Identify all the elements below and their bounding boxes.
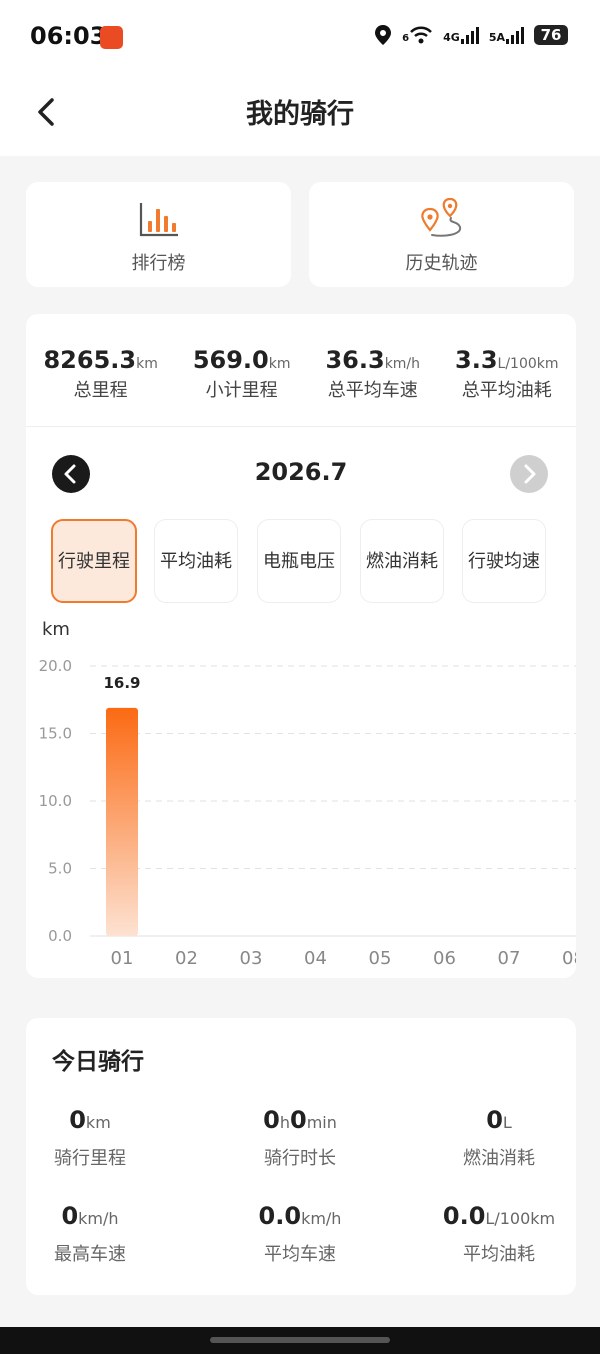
status-bar: 06:03 6 4G 5A 76 [0,0,600,72]
today-value: 0 [69,1106,86,1134]
system-nav-bar [0,1327,600,1354]
home-indicator[interactable] [210,1337,390,1343]
today-label: 平均油耗 [463,1244,535,1265]
today-avg-speed: 0.0km/h 平均车速 [226,1202,374,1266]
y-tick-label: 0.0 [48,927,72,945]
stat-value: 569.0 [192,346,269,374]
location-route-icon [420,197,461,237]
today-unit: km [85,1113,111,1132]
tab-riding-mileage[interactable]: 行驶里程 [51,519,137,603]
stat-label: 小计里程 [205,380,278,401]
history-track-button[interactable]: 历史轨迹 [309,182,574,287]
today-label: 骑行时长 [264,1148,336,1169]
chart-grid [90,665,576,937]
chart-y-axis: 0.0 5.0 10.0 15.0 20.0 [39,657,72,945]
chevron-right-icon [524,464,536,484]
today-value: 0 [263,1106,280,1134]
ranking-label: 排行榜 [131,253,186,274]
signal-4g-icon: 4G [443,26,479,44]
today-value: 0 [486,1106,503,1134]
today-label: 最高车速 [54,1244,126,1265]
ranking-button[interactable]: 排行榜 [26,182,291,287]
app-header: 我的骑行 [0,72,600,156]
today-value: 0 [61,1202,79,1230]
stat-value: 3.3 [455,346,498,374]
tab-avg-speed[interactable]: 行驶均速 [462,519,546,603]
history-track-label: 历史轨迹 [405,253,478,274]
location-icon [375,25,392,45]
x-tick-label: 05 [369,948,392,969]
x-tick-label: 04 [304,948,327,969]
app-notification-icon [100,26,123,49]
stat-label: 总平均油耗 [461,380,552,401]
signal-4g-label: 4G [443,31,460,44]
stat-value: 8265.3 [43,346,137,374]
divider [26,426,576,427]
wifi-icon: 6 [402,26,433,44]
today-mileage: 0km 骑行里程 [26,1106,154,1170]
data-label: 16.9 [103,674,140,692]
today-unit: h [279,1113,290,1132]
subtotal-mileage-stat: 569.0km 小计里程 [193,346,291,402]
tab-avg-fuel[interactable]: 平均油耗 [154,519,238,603]
y-tick-label: 20.0 [39,657,72,675]
mileage-bar-chart: 0.0 5.0 10.0 15.0 20.0 16.9 01 02 03 04 05 06 07 08 [39,657,576,969]
stat-label: 总里程 [73,380,128,401]
today-unit: km/h [78,1209,119,1228]
chart-bars: 16.9 [103,674,141,936]
tab-fuel-consumption[interactable]: 燃油消耗 [360,519,444,603]
y-tick-label: 15.0 [39,725,72,743]
today-max-speed: 0km/h 最高车速 [26,1202,154,1266]
bar-chart-icon [139,203,178,237]
x-tick-label: 02 [175,948,198,969]
page-title: 我的骑行 [246,99,354,130]
status-icons: 6 4G 5A 76 [374,24,568,46]
stat-unit: km [136,356,158,372]
today-unit: km/h [301,1209,342,1228]
avg-fuel-stat: 3.3L/100km 总平均油耗 [455,346,559,402]
next-month-button[interactable] [510,455,548,493]
today-label: 平均车速 [264,1244,336,1265]
today-fuel: 0L 燃油消耗 [434,1106,564,1170]
avg-speed-stat: 36.3km/h 总平均车速 [325,346,420,402]
today-riding-title: 今日骑行 [52,1049,144,1075]
today-value-minutes: 0 [289,1106,307,1134]
bar-01[interactable] [106,707,138,936]
x-tick-label: 07 [498,948,521,969]
today-unit: L/100km [485,1209,556,1228]
y-tick-label: 10.0 [39,792,72,810]
stat-label: 总平均车速 [327,380,418,401]
today-label: 燃油消耗 [463,1148,535,1169]
tab-battery-voltage[interactable]: 电瓶电压 [257,519,341,603]
y-tick-label: 5.0 [48,860,72,878]
today-value: 0.0 [442,1202,486,1230]
signal-5a-icon: 5A [489,26,524,44]
today-riding-card: 今日骑行 0km 骑行里程 0h0min 骑行时长 0L 燃油消耗 0km/h … [26,1018,576,1295]
stat-unit: km [268,356,291,372]
signal-5a-label: 5A [488,31,505,44]
x-tick-label: 06 [433,948,456,969]
x-tick-label: 01 [111,948,134,969]
riding-stats-card: 8265.3km 总里程 569.0km 小计里程 36.3km/h 总平均车速… [26,314,576,978]
chart-y-unit: km [42,619,70,640]
stat-unit: L/100km [497,356,559,372]
today-label: 骑行里程 [54,1148,126,1169]
status-time: 06:03 [30,22,107,50]
x-tick-label: 03 [240,948,263,969]
battery-icon: 76 [534,25,568,45]
x-tick-label: 08 [562,948,576,969]
wifi-label: 6 [402,33,410,44]
stat-unit: km/h [384,356,421,372]
stat-value: 36.3 [325,346,385,374]
current-month: 2026.7 [254,458,348,486]
today-unit-minutes: min [306,1113,337,1132]
today-unit: L [502,1113,512,1132]
summary-stats: 8265.3km 总里程 569.0km 小计里程 36.3km/h 总平均车速… [26,346,576,402]
today-value: 0.0 [258,1202,302,1230]
today-duration: 0h0min 骑行时长 [226,1106,374,1170]
total-mileage-stat: 8265.3km 总里程 [43,346,157,402]
today-avg-fuel: 0.0L/100km 平均油耗 [426,1202,572,1266]
chart-x-axis: 01 02 03 04 05 06 07 08 [111,948,576,969]
